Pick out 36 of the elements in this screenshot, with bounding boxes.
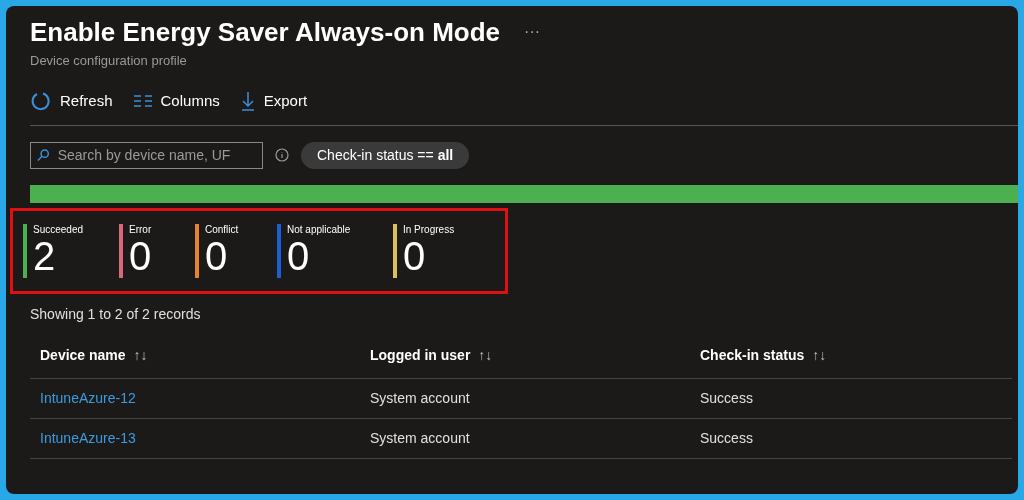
columns-button[interactable]: Columns	[132, 90, 220, 113]
status-count: 2	[33, 236, 57, 276]
status-label: In Progress	[403, 223, 455, 236]
columns-icon	[132, 94, 153, 109]
sort-button[interactable]: ↑↓	[478, 344, 493, 366]
status-count: 0	[205, 236, 229, 276]
refresh-icon	[30, 90, 52, 113]
status-label: Not applicable	[287, 223, 351, 236]
filter-pill[interactable]: Check-in status == all	[301, 141, 470, 169]
status-count: 0	[129, 236, 152, 276]
page-subtitle: Device configuration profile	[30, 51, 188, 70]
device-link[interactable]: IntuneAzure-12	[40, 387, 370, 409]
column-header: Logged in user	[370, 345, 471, 365]
table-cell-text: Success	[700, 388, 754, 408]
search-icon	[37, 148, 50, 162]
page-title: Enable Energy Saver Always-on Mode	[30, 16, 501, 49]
sort-button[interactable]: ↑↓	[133, 344, 148, 366]
search-field[interactable]: Search by device name, UF	[30, 141, 263, 169]
export-button[interactable]: Export	[239, 90, 308, 113]
download-icon	[239, 91, 256, 112]
status-count: 0	[287, 236, 310, 276]
records-count: Showing 1 to 2 of 2 records	[30, 304, 202, 324]
table-cell-text: System account	[370, 428, 471, 448]
column-header: Check-in status	[700, 345, 805, 365]
status-count: 0	[403, 236, 426, 276]
status-label: Conflict	[205, 223, 239, 236]
device-link[interactable]: IntuneAzure-13	[40, 427, 370, 449]
sort-button[interactable]: ↑↓	[812, 344, 827, 366]
table-cell-text: Success	[700, 428, 754, 448]
more-button[interactable]: ···	[524, 20, 541, 45]
column-header: Device name	[40, 345, 126, 365]
refresh-button[interactable]: Refresh	[30, 90, 113, 113]
status-label: Succeeded	[33, 223, 84, 236]
status-label: Error	[129, 223, 152, 236]
info-icon	[275, 148, 289, 162]
table-cell-text: System account	[370, 388, 471, 408]
